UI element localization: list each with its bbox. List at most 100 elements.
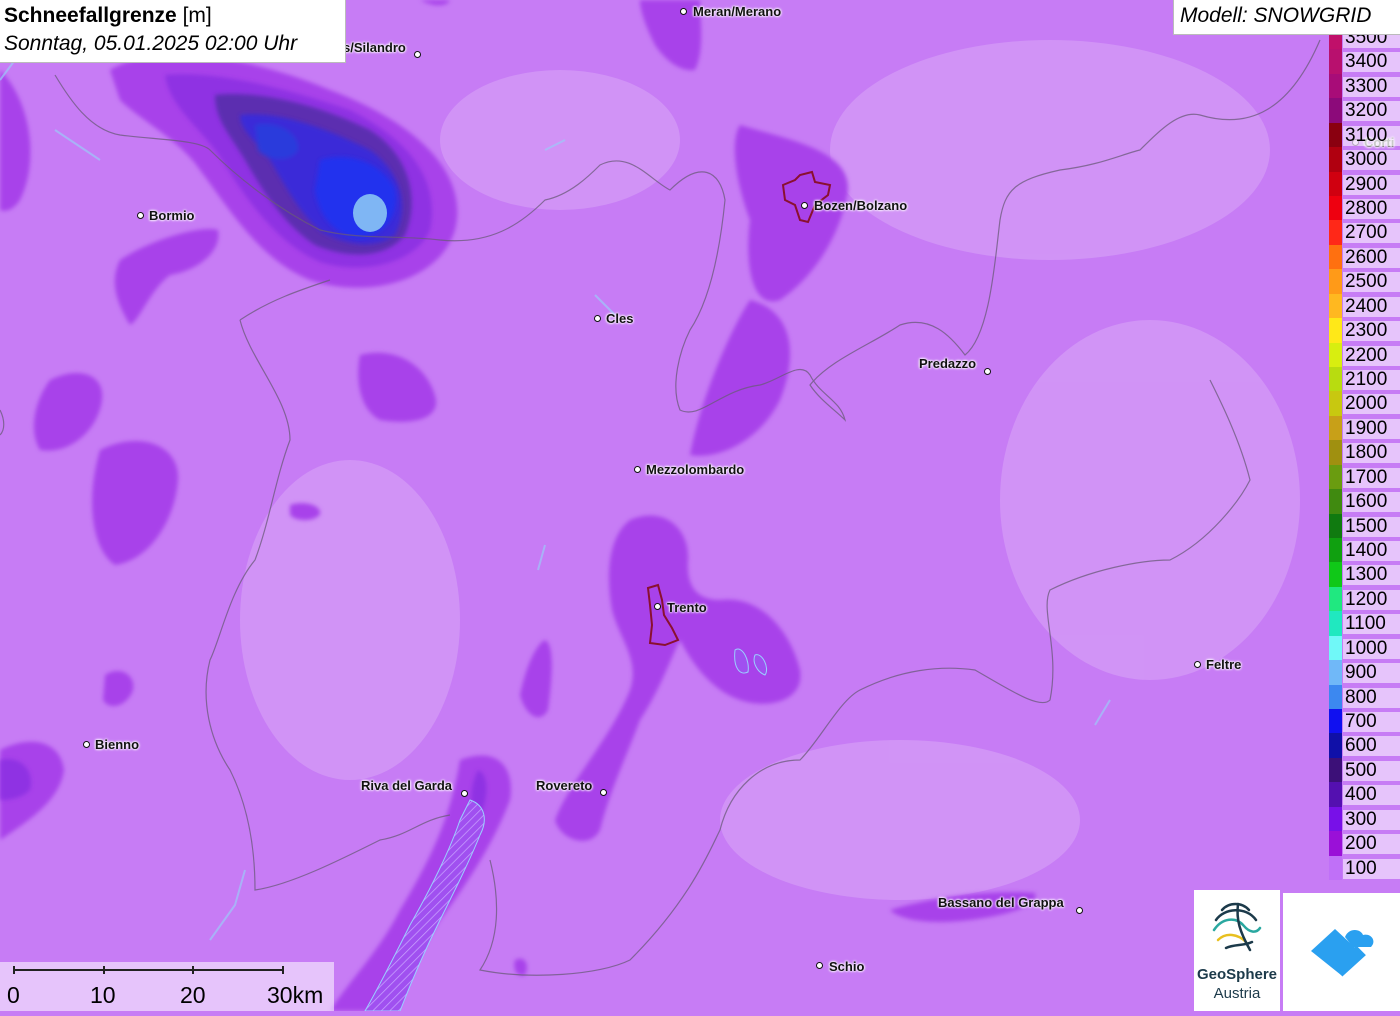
legend-label-1700: 1700 xyxy=(1343,467,1400,488)
legend-label-2300: 2300 xyxy=(1343,321,1400,342)
city-label-feltre: Feltre xyxy=(1206,657,1242,672)
legend-label-2200: 2200 xyxy=(1343,345,1400,366)
forecast-datetime: Sonntag, 05.01.2025 02:00 Uhr xyxy=(4,32,298,55)
legend-swatch-2200 xyxy=(1329,342,1342,367)
legend-label-2400: 2400 xyxy=(1343,296,1400,317)
legend-swatch-900 xyxy=(1329,660,1342,685)
legend-row-2600: 2600 xyxy=(1329,244,1400,270)
legend-row-1100: 1100 xyxy=(1329,611,1400,636)
legend-row-2500: 2500 xyxy=(1329,269,1400,294)
legend-label-1000: 1000 xyxy=(1343,638,1400,659)
city-dot-meran xyxy=(680,8,687,15)
city-label-bolzano: Bozen/Bolzano xyxy=(814,198,908,213)
legend-row-2800: 2800 xyxy=(1329,196,1400,221)
legend-swatch-2500 xyxy=(1329,269,1342,294)
legend-label-1900: 1900 xyxy=(1343,418,1400,439)
city-dot-trento xyxy=(654,603,661,610)
scale-label-20: 20 xyxy=(180,982,206,1008)
legend-row-200: 200 xyxy=(1329,831,1400,856)
scale-label-0: 0 xyxy=(7,982,20,1008)
legend-label-500: 500 xyxy=(1343,760,1400,781)
legend-row-900: 900 xyxy=(1329,660,1400,685)
legend-label-100: 100 xyxy=(1343,858,1400,879)
city-dot-riva xyxy=(461,790,468,797)
legend-row-100: 100 xyxy=(1329,855,1400,880)
legend-label-3500: 3500 xyxy=(1343,35,1400,48)
city-label-meran: Meran/Merano xyxy=(693,4,782,19)
legend-label-3300: 3300 xyxy=(1343,76,1400,97)
legend-swatch-3400 xyxy=(1329,49,1342,74)
legend-swatch-2000 xyxy=(1329,391,1342,416)
legend-label-2100: 2100 xyxy=(1343,370,1400,390)
legend-row-1800: 1800 xyxy=(1329,440,1400,465)
legend-label-2700: 2700 xyxy=(1343,223,1400,244)
legend-swatch-100 xyxy=(1329,855,1342,880)
snowfall-line-map[interactable] xyxy=(0,0,1400,1011)
legend-label-200: 200 xyxy=(1343,834,1400,855)
legend-label-800: 800 xyxy=(1343,687,1400,708)
legend-row-700: 700 xyxy=(1329,709,1400,734)
city-dot-predazzo xyxy=(984,368,991,375)
legend-swatch-600 xyxy=(1329,733,1342,758)
scale-bar: 0 10 20 30km xyxy=(0,962,334,1011)
legend-label-2800: 2800 xyxy=(1343,199,1400,219)
city-label-cles: Cles xyxy=(606,311,634,326)
legend-label-400: 400 xyxy=(1343,785,1400,806)
legend-label-1600: 1600 xyxy=(1343,492,1400,513)
city-dot-cles xyxy=(594,315,601,322)
legend-row-500: 500 xyxy=(1329,757,1400,783)
legend-row-1900: 1900 xyxy=(1329,415,1400,441)
parameter-name: Schneefallgrenze xyxy=(4,4,177,27)
city-dot-bassano xyxy=(1076,907,1083,914)
legend-row-2000: 2000 xyxy=(1329,391,1400,416)
legend-row-1000: 1000 xyxy=(1329,635,1400,661)
app-logo[interactable] xyxy=(1283,893,1400,1011)
legend-label-1800: 1800 xyxy=(1343,443,1400,464)
legend-swatch-1700 xyxy=(1329,464,1342,490)
legend-row-2900: 2900 xyxy=(1329,171,1400,196)
legend-swatch-800 xyxy=(1329,684,1342,709)
legend-swatch-2400 xyxy=(1329,293,1342,319)
city-dot-bormio xyxy=(137,212,144,219)
legend-row-3400: 3400 xyxy=(1329,49,1400,74)
color-legend: 3500 3400 3300 3200 3100 3000 2900 2800 2700 2600… xyxy=(1329,35,1400,890)
legend-row-600: 600 xyxy=(1329,733,1400,758)
city-label-mezzolombardo: Mezzolombardo xyxy=(646,462,745,477)
legend-label-600: 600 xyxy=(1343,736,1400,757)
city-label-schio: Schio xyxy=(829,959,865,974)
legend-label-900: 900 xyxy=(1343,663,1400,684)
legend-swatch-1400 xyxy=(1329,538,1342,563)
scale-label-30km: 30km xyxy=(267,982,324,1008)
geosphere-text-line2: Austria xyxy=(1213,985,1261,1002)
legend-row-3000: 3000 xyxy=(1329,147,1400,172)
legend-label-300: 300 xyxy=(1343,809,1400,830)
legend-label-3400: 3400 xyxy=(1343,52,1400,73)
legend-swatch-1600 xyxy=(1329,489,1342,514)
legend-row-3200: 3200 xyxy=(1329,98,1400,123)
city-label-bassano: Bassano del Grappa xyxy=(938,895,1064,910)
snowline-band-900 xyxy=(353,194,387,232)
city-label-bienno: Bienno xyxy=(95,737,140,752)
legend-row-300: 300 xyxy=(1329,806,1400,832)
legend-swatch-500 xyxy=(1329,757,1342,783)
legend-swatch-1900 xyxy=(1329,415,1342,441)
geosphere-austria-logo[interactable]: GeoSphere Austria xyxy=(1194,890,1280,1011)
legend-row-1500: 1500 xyxy=(1329,513,1400,538)
legend-swatch-2800 xyxy=(1329,196,1342,221)
legend-row-2400: 2400 xyxy=(1329,293,1400,319)
legend-label-3200: 3200 xyxy=(1343,101,1400,122)
legend-label-1100: 1100 xyxy=(1343,614,1400,635)
scale-label-10: 10 xyxy=(90,982,116,1008)
legend-row-1600: 1600 xyxy=(1329,489,1400,514)
geosphere-emblem-icon xyxy=(1212,902,1262,952)
city-dot-bolzano xyxy=(801,202,808,209)
legend-row-1200: 1200 xyxy=(1329,586,1400,612)
city-dot-schio xyxy=(816,962,823,969)
legend-label-3100: 3100 xyxy=(1343,125,1400,146)
legend-swatch-2900 xyxy=(1329,171,1342,196)
legend-row-1400: 1400 xyxy=(1329,538,1400,563)
legend-row-2200: 2200 xyxy=(1329,342,1400,367)
legend-swatch-700 xyxy=(1329,709,1342,734)
map-title-box: Schneefallgrenze [m] Sonntag, 05.01.2025… xyxy=(0,0,346,63)
legend-swatch-3200 xyxy=(1329,98,1342,123)
